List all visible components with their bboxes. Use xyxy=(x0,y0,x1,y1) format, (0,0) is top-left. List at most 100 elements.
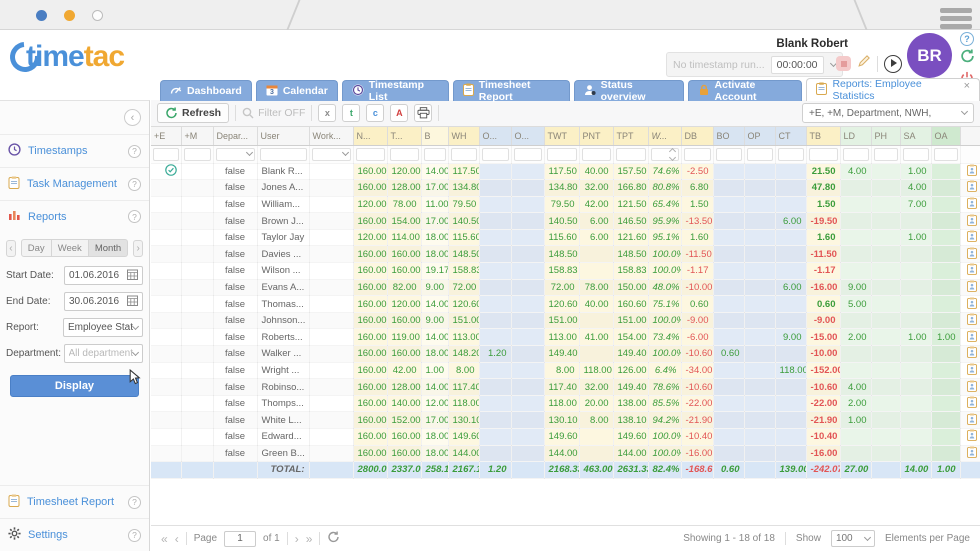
column-filter-input[interactable] xyxy=(934,148,958,161)
column-filter-input[interactable] xyxy=(260,148,307,161)
column-filter-input[interactable] xyxy=(451,148,477,161)
row-detail-button[interactable] xyxy=(960,246,980,263)
tab-reports-employee-statistics[interactable]: Reports: Employee Statistics× xyxy=(806,78,980,101)
row-detail-button[interactable] xyxy=(960,362,980,379)
row-detail-button[interactable] xyxy=(960,279,980,296)
period-month-button[interactable]: Month xyxy=(89,239,128,257)
row-detail-button[interactable] xyxy=(960,312,980,329)
column-header-sa[interactable]: SA xyxy=(900,127,931,145)
column-header-n[interactable]: N... xyxy=(353,127,387,145)
display-button[interactable]: Display xyxy=(10,375,139,397)
prev-page-icon[interactable]: ‹ xyxy=(175,532,179,546)
row-detail-button[interactable] xyxy=(960,180,980,197)
column-header-o[interactable]: O... xyxy=(511,127,544,145)
help-icon[interactable]: ? xyxy=(128,145,141,158)
sidebar-collapse-button[interactable]: ‹ xyxy=(124,109,141,126)
table-row[interactable]: falseThomps...160.00140.0012.00118.00118… xyxy=(151,395,980,412)
table-row[interactable]: falseWalker ...160.00160.0018.00148.201.… xyxy=(151,346,980,363)
period-day-button[interactable]: Day xyxy=(21,239,52,257)
table-row[interactable]: falseThomas...160.00120.0014.00120.60120… xyxy=(151,296,980,313)
column-header-tb[interactable]: TB xyxy=(806,127,840,145)
column-filter-input[interactable] xyxy=(482,148,509,161)
tab-status-overview[interactable]: Status overview xyxy=(574,80,684,101)
prev-period-button[interactable]: ‹ xyxy=(6,240,16,257)
page-size-select[interactable]: 100 xyxy=(831,530,875,547)
stop-button[interactable] xyxy=(836,56,851,71)
period-week-button[interactable]: Week xyxy=(52,239,89,257)
column-filter-input[interactable] xyxy=(424,148,446,161)
column-filter-input[interactable] xyxy=(903,148,929,161)
spinner-icon[interactable] xyxy=(670,149,675,160)
table-row[interactable]: falseBlank R...160.00120.0014.00117.5011… xyxy=(151,163,980,180)
tab-dashboard[interactable]: Dashboard xyxy=(160,80,252,101)
row-detail-button[interactable] xyxy=(960,213,980,230)
column-filter-input[interactable] xyxy=(616,148,646,161)
table-row[interactable]: falseTaylor Jay120.00114.0018.00115.6011… xyxy=(151,229,980,246)
row-detail-button[interactable] xyxy=(960,163,980,180)
refresh-session-icon[interactable] xyxy=(960,49,975,68)
end-date-input[interactable]: 30.06.2016 xyxy=(64,292,143,311)
column-filter-input[interactable] xyxy=(547,148,577,161)
table-row[interactable]: falseWilson ...160.00160.0019.17158.8315… xyxy=(151,263,980,280)
table-row[interactable]: falseEvans A...160.0082.009.0072.0072.00… xyxy=(151,279,980,296)
columns-dropdown[interactable]: +E, +M, Department, NWH, xyxy=(802,103,974,123)
sidebar-item-task-management[interactable]: Task Management ? xyxy=(0,168,149,201)
text-export-icon[interactable]: t xyxy=(342,104,360,122)
reload-grid-icon[interactable] xyxy=(327,531,340,546)
last-page-icon[interactable]: » xyxy=(306,532,313,546)
column-filter-input[interactable] xyxy=(312,148,351,161)
column-filter-input[interactable] xyxy=(216,148,255,161)
table-row[interactable]: falseBrown J...160.00154.0017.00140.5014… xyxy=(151,213,980,230)
column-header-ct[interactable]: CT xyxy=(775,127,806,145)
row-detail-button[interactable] xyxy=(960,346,980,363)
table-row[interactable]: falseEdward...160.00160.0018.00149.60149… xyxy=(151,429,980,446)
column-header-pnt[interactable]: PNT xyxy=(579,127,613,145)
table-row[interactable]: falseRobinso...160.00128.0014.00117.4011… xyxy=(151,379,980,396)
table-row[interactable]: falseDavies ...160.00160.0018.00148.5014… xyxy=(151,246,980,263)
column-filter-input[interactable] xyxy=(747,148,773,161)
tab-calendar[interactable]: 3Calendar xyxy=(256,80,338,101)
column-header-twt[interactable]: TWT xyxy=(544,127,579,145)
help-icon[interactable]: ? xyxy=(960,32,974,46)
sidebar-item-timestamps[interactable]: Timestamps ? xyxy=(0,134,149,168)
window-button-orange[interactable] xyxy=(64,10,75,21)
chevron-down-icon[interactable] xyxy=(245,149,252,156)
column-filter-input[interactable] xyxy=(778,148,804,161)
table-row[interactable]: falseWilliam...120.0078.0011.0079.5079.5… xyxy=(151,196,980,213)
close-icon[interactable]: × xyxy=(964,80,970,92)
sidebar-item-settings[interactable]: Settings ? xyxy=(0,519,149,551)
table-row[interactable]: falseWhite L...160.00152.0017.00130.1013… xyxy=(151,412,980,429)
tab-activate-account[interactable]: Activate Account xyxy=(688,80,803,101)
column-header-work[interactable]: Work... xyxy=(309,127,353,145)
column-header-ph[interactable]: PH xyxy=(871,127,900,145)
tab-timestamp-list[interactable]: Timestamp List xyxy=(342,80,449,101)
column-header-depar[interactable]: Depar... xyxy=(213,127,257,145)
column-header-t[interactable]: T... xyxy=(387,127,421,145)
csv-export-icon[interactable]: c xyxy=(366,104,384,122)
column-filter-input[interactable] xyxy=(356,148,385,161)
refresh-button[interactable]: Refresh xyxy=(157,103,229,123)
row-detail-button[interactable] xyxy=(960,379,980,396)
filter-off-button[interactable]: Filter OFF xyxy=(242,107,305,119)
column-filter-input[interactable] xyxy=(651,148,679,161)
first-page-icon[interactable]: « xyxy=(161,532,168,546)
column-header-wh[interactable]: WH xyxy=(448,127,479,145)
table-row[interactable]: falseJohnson...160.00160.009.00151.00151… xyxy=(151,312,980,329)
table-row[interactable]: falseGreen B...160.00160.0018.00144.0014… xyxy=(151,445,980,462)
row-detail-button[interactable] xyxy=(960,229,980,246)
row-detail-button[interactable] xyxy=(960,329,980,346)
column-filter-input[interactable] xyxy=(390,148,419,161)
pdf-export-icon[interactable]: A xyxy=(390,104,408,122)
column-filter-input[interactable] xyxy=(874,148,898,161)
print-icon[interactable] xyxy=(414,104,432,122)
column-header-tpt[interactable]: TPT xyxy=(613,127,648,145)
next-page-icon[interactable]: › xyxy=(295,532,299,546)
window-button-blue[interactable] xyxy=(36,10,47,21)
column-filter-input[interactable] xyxy=(843,148,869,161)
column-header-db[interactable]: DB xyxy=(681,127,713,145)
column-header-e[interactable]: +E xyxy=(151,127,181,145)
column-header-oa[interactable]: OA xyxy=(931,127,960,145)
row-detail-button[interactable] xyxy=(960,196,980,213)
help-icon[interactable]: ? xyxy=(128,496,141,509)
column-header-bo[interactable]: BO xyxy=(713,127,744,145)
